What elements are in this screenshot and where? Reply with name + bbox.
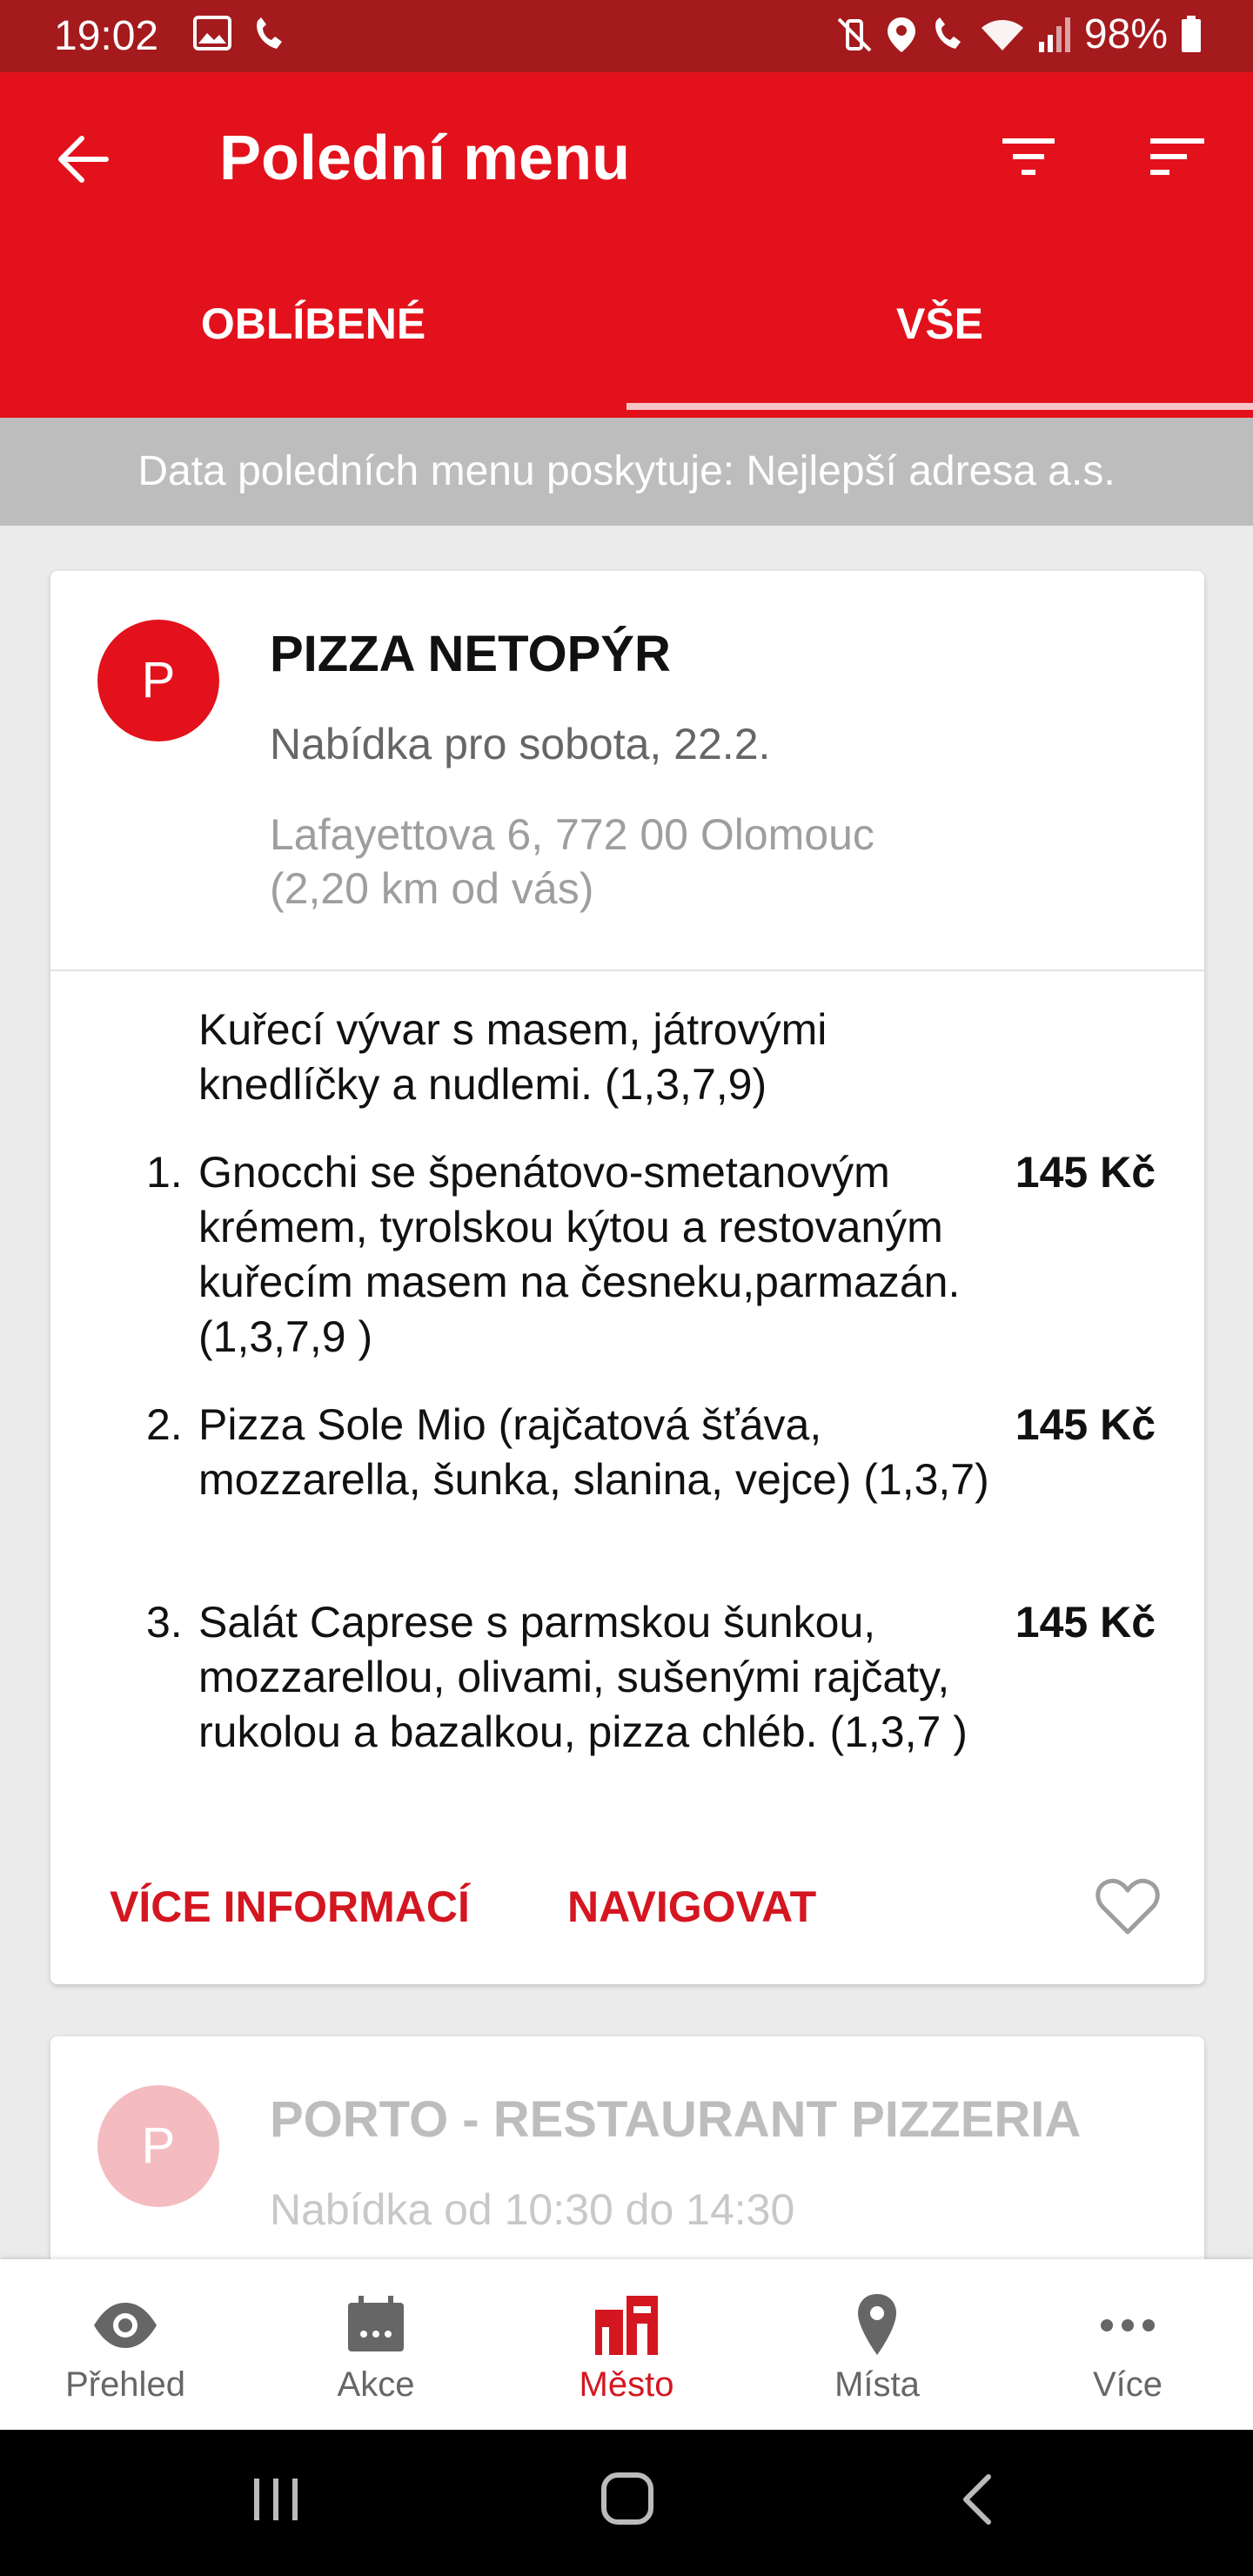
restaurant-avatar: P <box>97 2085 219 2207</box>
status-time: 19:02 <box>54 13 159 59</box>
app-bar: Polední menu OBLÍBENÉ VŠE <box>0 72 1253 418</box>
eye-icon <box>94 2303 157 2348</box>
system-back-icon[interactable] <box>959 2473 994 2526</box>
navigate-button[interactable]: NAVIGOVAT <box>567 1882 816 1932</box>
back-arrow-icon[interactable] <box>57 135 110 184</box>
gallery-icon <box>193 16 231 50</box>
location-icon <box>887 17 915 52</box>
tab-all[interactable]: VŠE <box>626 299 1253 349</box>
offer-date: Nabídka pro sobota, 22.2. <box>270 720 771 768</box>
menu-item-text: Gnocchi se špenátovo-smetanovým krémem, … <box>198 1148 961 1361</box>
calendar-icon <box>348 2296 404 2351</box>
nav-city[interactable]: Město <box>501 2259 752 2430</box>
menu-item-text: Salát Caprese s parmskou šunkou, mozzare… <box>198 1598 968 1756</box>
bottom-navigation: Přehled Akce Město Místa Více <box>0 2259 1253 2430</box>
signal-icon <box>1038 17 1070 52</box>
menu-item-number: 3. <box>146 1598 183 1647</box>
restaurant-name: PORTO - RESTAURANT PIZZERIA <box>270 2091 1082 2148</box>
menu-item-price: 145 Kč <box>1015 1598 1156 1647</box>
sort-icon[interactable] <box>1149 135 1206 180</box>
nav-label: Město <box>579 2365 674 2404</box>
battery-icon <box>1182 15 1201 52</box>
nav-overview[interactable]: Přehled <box>0 2259 251 2430</box>
nav-label: Přehled <box>65 2365 185 2404</box>
restaurant-address: Lafayettova 6, 772 00 Olomouc (2,20 km o… <box>270 808 874 916</box>
status-bar: 19:02 98% <box>0 0 1253 72</box>
menu-item-price: 145 Kč <box>1015 1148 1156 1197</box>
nav-more[interactable]: Více <box>1002 2259 1253 2430</box>
vibrate-off-icon <box>837 17 872 51</box>
distance-line: (2,20 km od vás) <box>270 864 594 913</box>
tab-favorites[interactable]: OBLÍBENÉ <box>0 299 626 349</box>
tab-indicator <box>626 403 1253 410</box>
nav-label: Místa <box>834 2365 920 2404</box>
nav-label: Akce <box>337 2365 415 2404</box>
wifi-icon <box>981 19 1023 50</box>
divider <box>50 969 1204 971</box>
wifi-call-icon <box>257 17 282 49</box>
home-icon[interactable] <box>600 2472 654 2526</box>
more-info-button[interactable]: VÍCE INFORMACÍ <box>110 1882 470 1932</box>
nav-places[interactable]: Místa <box>752 2259 1002 2430</box>
call-icon <box>935 17 961 49</box>
favorite-heart-icon[interactable] <box>1095 1876 1161 1937</box>
city-icon <box>595 2296 658 2355</box>
address-line: Lafayettova 6, 772 00 Olomouc <box>270 810 874 859</box>
location-pin-icon <box>858 2294 896 2355</box>
battery-percent: 98% <box>1083 11 1168 57</box>
soup-text: Kuřecí vývar s masem, játrovými knedlíčk… <box>198 1005 828 1109</box>
more-dots-icon <box>1101 2319 1155 2331</box>
menu-item-price: 145 Kč <box>1015 1400 1156 1449</box>
nav-events[interactable]: Akce <box>251 2259 501 2430</box>
offer-hours: Nabídka od 10:30 do 14:30 <box>270 2185 795 2234</box>
recent-apps-icon[interactable] <box>252 2475 299 2524</box>
filter-icon[interactable] <box>1001 135 1056 180</box>
restaurant-card[interactable]: P PIZZA NETOPÝR Nabídka pro sobota, 22.2… <box>50 571 1204 1984</box>
menu-item-number: 1. <box>146 1148 183 1197</box>
data-provider-banner: Data poledních menu poskytuje: Nejlepší … <box>0 418 1253 526</box>
menu-item-text: Pizza Sole Mio (rajčatová šťáva, mozzare… <box>198 1400 989 1504</box>
restaurant-avatar: P <box>97 620 219 741</box>
nav-label: Více <box>1092 2365 1163 2404</box>
system-nav-bar <box>0 2430 1253 2576</box>
menu-item-number: 2. <box>146 1400 183 1449</box>
card-actions: VÍCE INFORMACÍ NAVIGOVAT <box>50 1876 1204 1955</box>
restaurant-name: PIZZA NETOPÝR <box>270 626 671 682</box>
page-title: Polední menu <box>219 124 631 193</box>
status-icons: 98% <box>835 10 1203 58</box>
